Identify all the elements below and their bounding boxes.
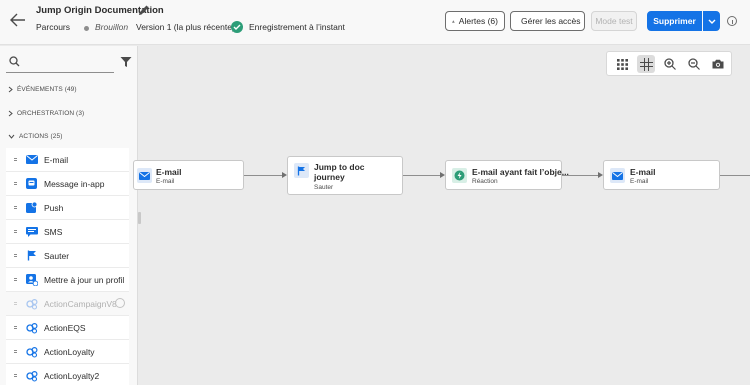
section-orchestration[interactable]: ORCHESTRATION (3) (8, 110, 84, 117)
palette-item-actioneqs[interactable]: ActionEQS (6, 316, 129, 340)
custom-action-icon (25, 370, 38, 382)
journey-node-email-1[interactable]: E-mail E-mail (133, 160, 244, 190)
search-field[interactable] (6, 53, 114, 73)
sms-icon (25, 226, 38, 238)
drag-handle-icon[interactable] (14, 253, 17, 258)
zoom-in-icon[interactable] (661, 55, 679, 73)
drag-handle-icon[interactable] (14, 181, 17, 186)
update-profile-icon (25, 273, 38, 286)
journey-node-reaction[interactable]: E-mail ayant fait l’obje... Réaction (445, 160, 569, 190)
custom-action-icon (25, 298, 38, 310)
zoom-out-icon[interactable] (685, 55, 703, 73)
palette-item-sms[interactable]: SMS (6, 220, 129, 244)
header: Jump Origin Documentation Parcours Broui… (0, 0, 750, 45)
email-icon (610, 168, 625, 183)
delete-button[interactable]: Supprimer (647, 11, 702, 31)
journey-node-email-2[interactable]: E-mail E-mail (603, 160, 720, 190)
in-app-message-icon (25, 178, 38, 190)
manage-access-button[interactable]: Gérer les accès (510, 11, 585, 31)
canvas-toolbar (606, 51, 732, 76)
grid-view-icon[interactable] (613, 55, 631, 73)
test-mode-button[interactable]: Mode test (591, 11, 637, 31)
connector (403, 175, 440, 176)
info-icon[interactable] (727, 16, 737, 26)
reaction-icon (452, 168, 467, 183)
palette-item-update-profile[interactable]: Mettre à jour un profil (6, 268, 129, 292)
journey-node-jump[interactable]: Jump to doc journey Sauter (287, 156, 403, 195)
chevron-down-icon (708, 19, 715, 24)
chevron-right-icon (8, 110, 13, 117)
chevron-right-icon (8, 86, 13, 93)
edit-pencil-icon[interactable] (138, 4, 150, 16)
palette-item-in-app[interactable]: Message in-app (6, 172, 129, 196)
back-arrow-icon[interactable] (10, 13, 26, 27)
drag-handle-icon[interactable] (14, 349, 17, 354)
filter-icon[interactable] (120, 56, 132, 68)
save-status: Enregistrement à l’instant (249, 22, 345, 32)
alerts-button[interactable]: Alertes (6) (445, 11, 505, 31)
drag-handle-icon[interactable] (14, 229, 17, 234)
palette-item-actionloyalty2[interactable]: ActionLoyalty2 (6, 364, 129, 385)
drag-handle-icon[interactable] (14, 157, 17, 162)
camera-icon[interactable] (709, 55, 727, 73)
breadcrumb[interactable]: Parcours (36, 22, 70, 32)
chevron-down-icon (8, 134, 15, 139)
custom-action-icon (25, 322, 38, 334)
status-badge: Brouillon (95, 22, 129, 32)
drag-handle-icon[interactable] (14, 325, 17, 330)
palette-item-jump[interactable]: Sauter (6, 244, 129, 268)
info-icon[interactable] (115, 298, 125, 308)
palette-item-email[interactable]: E-mail (6, 148, 129, 172)
panel-resize-handle[interactable] (138, 212, 141, 224)
palette-item-actioncampaignv8[interactable]: ActionCampaignV8 (6, 292, 129, 316)
search-input[interactable] (24, 53, 112, 71)
connector (562, 175, 598, 176)
email-icon (25, 154, 38, 166)
palette-item-push[interactable]: Push (6, 196, 129, 220)
drag-handle-icon (14, 301, 17, 306)
search-icon (9, 56, 20, 67)
version-label[interactable]: Version 1 (la plus récente) (136, 22, 235, 32)
saved-check-icon (231, 21, 243, 33)
alert-icon (452, 19, 455, 23)
push-icon (25, 202, 38, 214)
jump-icon (294, 163, 309, 178)
connector (720, 175, 750, 176)
connector (244, 175, 282, 176)
section-actions[interactable]: ACTIONS (25) (8, 133, 62, 140)
jump-icon (25, 250, 38, 262)
section-events[interactable]: ÉVÉNEMENTS (49) (8, 86, 77, 93)
email-icon (137, 168, 152, 183)
delete-options-button[interactable] (703, 11, 720, 31)
status-dot (84, 26, 89, 31)
drag-handle-icon[interactable] (14, 205, 17, 210)
custom-action-icon (25, 346, 38, 358)
journey-editor: Jump Origin Documentation Parcours Broui… (0, 0, 750, 385)
activity-palette: ÉVÉNEMENTS (49) ORCHESTRATION (3) ACTION… (0, 46, 138, 385)
grid-lines-icon[interactable] (637, 55, 655, 73)
drag-handle-icon[interactable] (14, 277, 17, 282)
drag-handle-icon[interactable] (14, 373, 17, 378)
palette-item-actionloyalty[interactable]: ActionLoyalty (6, 340, 129, 364)
